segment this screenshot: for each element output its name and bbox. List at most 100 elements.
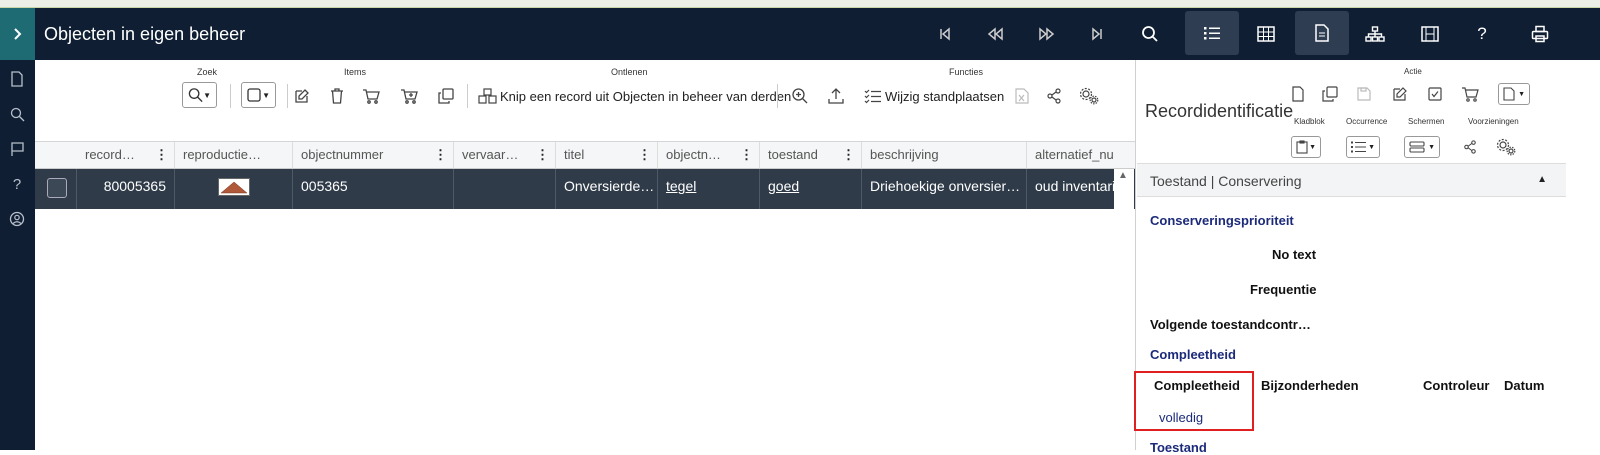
save-icon [1357,87,1371,101]
table-row[interactable]: 80005365 005365 Onversierde… tegel goed … [35,169,1135,209]
column-header-objectnaam[interactable]: objectn… ⋮ [658,142,760,168]
edit-record-button[interactable] [1388,82,1412,106]
add-to-cart-button[interactable] [357,82,385,110]
new-document-icon [1292,86,1304,102]
scroll-up-arrow-icon[interactable]: ▲ [1118,170,1128,181]
next-record-button[interactable] [1027,8,1067,60]
edit-icon [1393,87,1407,101]
document-icon [11,71,23,87]
toolbar-separator [230,84,231,108]
caret-down-icon: ▼ [262,90,270,100]
column-label: objectnummer [301,147,384,162]
sidebar-flag-button[interactable] [6,138,28,160]
cell-beschrijving: Driehoekige onversier… [862,169,1027,209]
wijzig-icon-wrap[interactable] [858,82,888,110]
new-record-button[interactable] [1286,82,1310,106]
row-checkbox[interactable] [47,178,67,198]
column-menu-icon[interactable]: ⋮ [638,147,651,163]
search-dropdown[interactable]: ▼ [182,82,217,108]
add-to-cart-button[interactable] [1458,82,1482,106]
print-button[interactable] [1520,8,1560,60]
objectnaam-link[interactable]: tegel [666,178,696,194]
settings-button[interactable] [1075,82,1103,110]
highlight-box [1134,371,1254,431]
column-header-beschrijving[interactable]: beschrijving [862,142,1027,168]
main-toolbar: Zoek Items Ontlenen Functies ▼ ▼ Knip ee… [35,60,1153,142]
column-menu-icon[interactable]: ⋮ [740,147,753,163]
caret-down-icon: ▼ [1309,143,1316,151]
column-header-toestand[interactable]: toestand ⋮ [760,142,862,168]
panel-settings-button[interactable] [1494,135,1518,159]
excel-export-button[interactable] [1008,82,1036,110]
hierarchy-icon [1365,26,1385,42]
boxes-icon [478,88,497,104]
knip-record-button[interactable]: Knip een record uit Objecten in beheer v… [500,89,791,104]
last-record-button[interactable] [1077,8,1117,60]
section-toestand-conservering[interactable]: Toestand | Conservering ▲ [1137,163,1567,197]
upload-icon [828,88,844,104]
sidebar-search-button[interactable] [6,103,28,125]
column-menu-icon[interactable]: ⋮ [842,147,855,163]
grid-scrollbar[interactable]: ▲ [1114,169,1134,450]
column-menu-icon[interactable]: ⋮ [536,147,549,163]
column-menu-icon[interactable]: ⋮ [155,147,168,163]
grid-view-icon [1257,26,1275,42]
schermen-dropdown[interactable]: ▼ [1404,136,1440,158]
copy-icon [1322,86,1338,102]
select-dropdown[interactable]: ▼ [241,82,276,108]
column-header-vervaardiger[interactable]: vervaar… ⋮ [454,142,556,168]
copy-icon [438,88,454,104]
kladblok-dropdown[interactable]: ▼ [1291,136,1321,158]
column-label: objectn… [666,147,721,162]
column-header-objectnummer[interactable]: objectnummer ⋮ [293,142,454,168]
previous-record-button[interactable] [975,8,1015,60]
panel-scrollbar[interactable] [1566,60,1600,450]
first-record-button[interactable] [925,8,965,60]
field-volgende-toestandcontrole: Volgende toestandcontr… [1150,317,1311,332]
help-icon: ? [12,175,22,193]
zoom-in-button[interactable] [786,82,814,110]
export-button[interactable] [822,82,850,110]
column-header-reproductie[interactable]: reproductie… [175,142,293,168]
field-toestand-heading: Toestand [1150,440,1207,455]
toestand-link[interactable]: goed [768,178,799,194]
title-bar: Objecten in eigen beheer ? [0,8,1600,60]
last-record-icon [1092,27,1102,41]
column-header-record[interactable]: record… ⋮ [77,142,175,168]
cart-options-button[interactable] [395,82,423,110]
search-button[interactable] [1130,8,1170,60]
filmstrip-button[interactable] [1410,8,1450,60]
column-datum: Datum [1504,378,1545,393]
wijzig-standplaatsen-button[interactable]: Wijzig standplaatsen [885,89,1004,104]
screens-icon [1409,141,1425,153]
collapse-caret-icon[interactable]: ▲ [1537,174,1547,185]
column-menu-icon[interactable]: ⋮ [434,147,447,163]
column-header-alternatief[interactable]: alternatief_nu [1027,142,1135,168]
sidebar-toggle-button[interactable] [0,8,35,60]
reproduction-thumbnail[interactable] [218,178,250,196]
field-conserveringsprioriteit: Conserveringsprioriteit [1150,213,1294,228]
delete-button[interactable] [323,82,351,110]
help-button[interactable]: ? [1462,8,1502,60]
app-title: Objecten in eigen beheer [44,24,246,44]
edit-button[interactable] [288,82,316,110]
knip-icon-wrap[interactable] [475,82,501,110]
grid-view-button[interactable] [1246,8,1286,60]
copy-button[interactable] [432,82,460,110]
occurrence-dropdown[interactable]: ▼ [1346,136,1380,158]
sidebar-user-button[interactable] [6,208,28,230]
save-record-button[interactable] [1352,82,1376,106]
share-button[interactable] [1040,82,1068,110]
sidebar-help-button[interactable]: ? [6,173,28,195]
list-view-button[interactable] [1185,11,1239,55]
record-view-button[interactable] [1295,11,1349,55]
duplicate-record-button[interactable] [1318,82,1342,106]
hierarchy-button[interactable] [1355,8,1395,60]
check-record-button[interactable] [1423,82,1447,106]
toolbar-separator [467,84,468,108]
sidebar-documents-button[interactable] [6,68,28,90]
report-dropdown[interactable]: ▼ [1498,83,1530,105]
column-label: alternatief_nu [1035,147,1114,162]
column-header-titel[interactable]: titel ⋮ [556,142,658,168]
panel-share-button[interactable] [1458,135,1482,159]
